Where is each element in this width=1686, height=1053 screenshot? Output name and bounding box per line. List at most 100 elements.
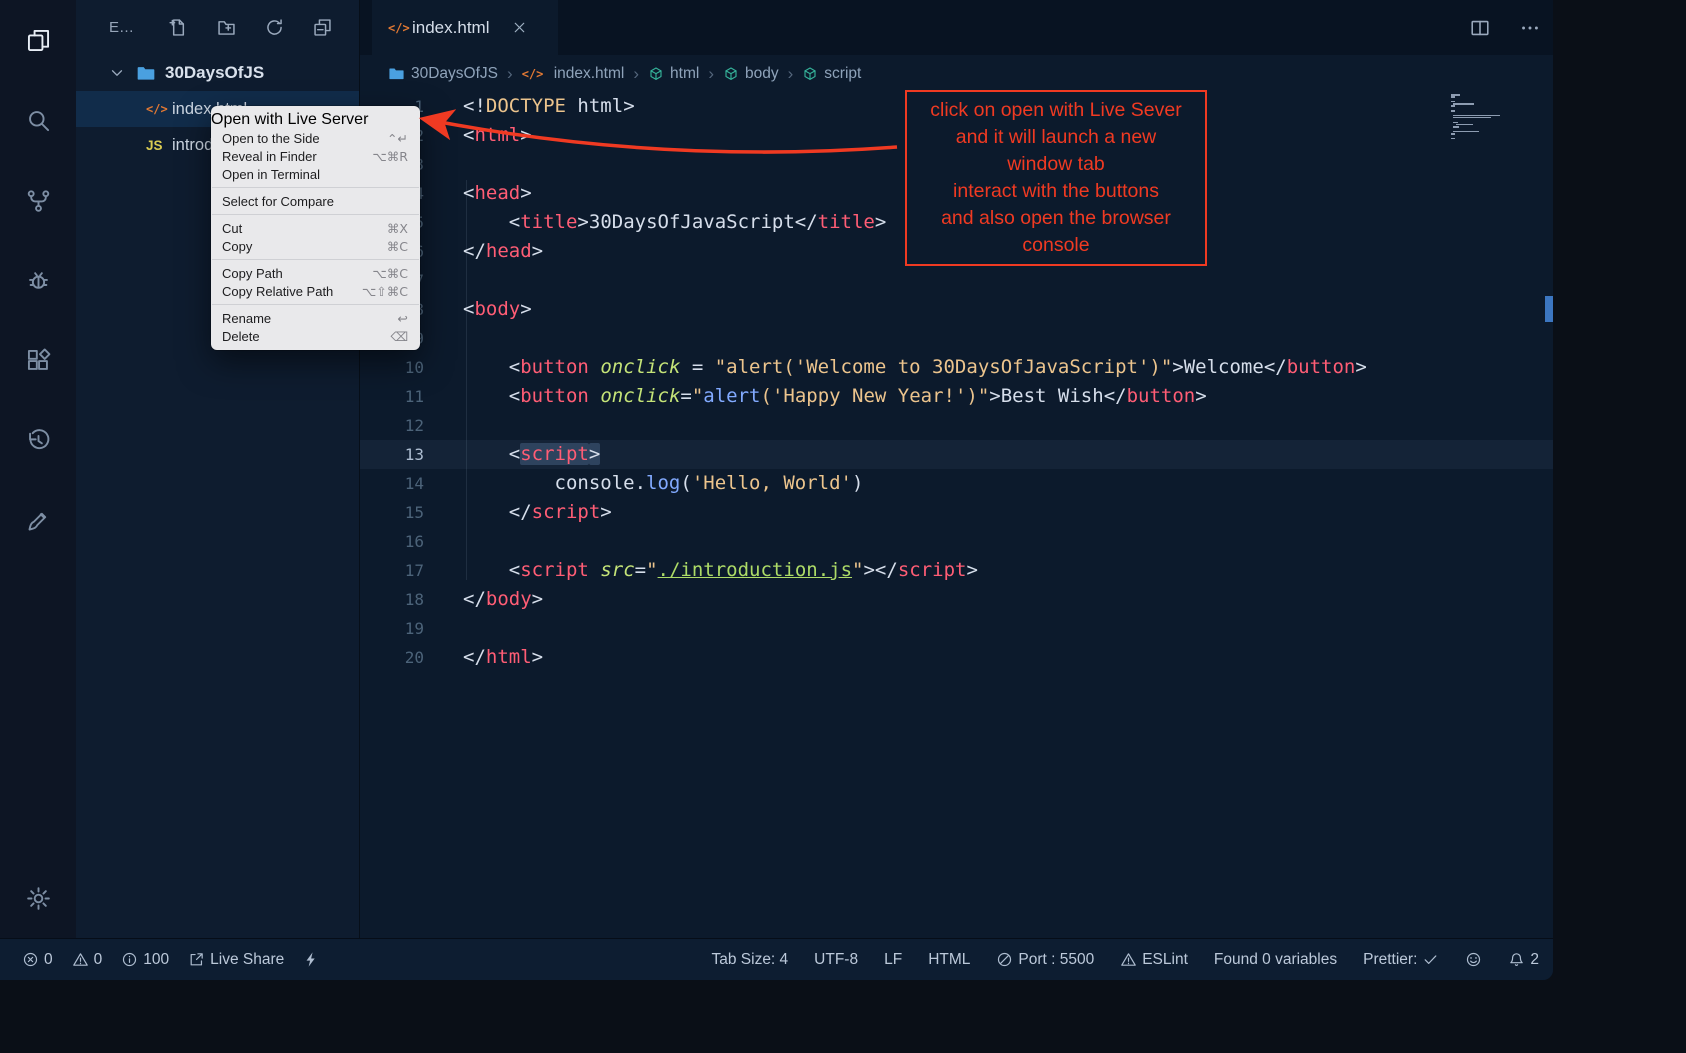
minimap-line [1451,96,1455,98]
status-prettier[interactable]: Prettier: [1363,951,1439,969]
code-line-7[interactable]: 7 [360,266,1553,295]
minimap-line [1453,122,1458,124]
code-line-13[interactable]: 13 <script> [360,440,1553,469]
status-bar: 0 0 100 Live Share Tab Size: 4 UTF-8 LF HTML Po… [0,938,1553,980]
code-line-content: </script> [463,498,612,527]
status-0[interactable]: 0 [22,951,53,969]
status-label: Prettier: [1363,951,1417,969]
new-folder-icon[interactable] [216,17,237,38]
breadcrumb-script[interactable]: script [802,65,861,83]
minimap-line [1451,94,1460,96]
code-line-9[interactable]: 9 [360,324,1553,353]
more-icon[interactable] [1519,17,1541,39]
code-line-content: <button onclick="alert('Happy New Year!'… [463,382,1207,411]
chevron-right-icon: › [633,64,639,84]
status-0[interactable]: 0 [72,951,103,969]
status-found-0-variables[interactable]: Found 0 variables [1214,951,1337,969]
code-line-10[interactable]: 10 <button onclick = "alert('Welcome to … [360,353,1553,382]
code-line-8[interactable]: 8<body> [360,295,1553,324]
gutter-line-number: 10 [360,353,424,382]
menu-item-open-with-live-server[interactable]: Open with Live Server [211,111,420,129]
activity-pen[interactable] [0,480,76,560]
status-label: Live Share [210,951,284,969]
menu-item-copy[interactable]: Copy⌘C [211,237,420,255]
status-port-5500[interactable]: Port : 5500 [996,951,1094,969]
breadcrumb-30daysofjs[interactable]: 30DaysOfJS [388,65,498,83]
menu-item-shortcut: ⌥⌘C [372,266,408,281]
minimap-line [1453,115,1500,117]
new-file-icon[interactable] [168,17,189,38]
cube-icon [723,66,739,82]
breadcrumb-label: 30DaysOfJS [411,65,498,83]
status-tab-size-4[interactable]: Tab Size: 4 [711,951,788,969]
code-line-16[interactable]: 16 [360,527,1553,556]
status-100[interactable]: 100 [121,951,169,969]
status-label: 2 [1530,951,1539,969]
minimap-line [1451,105,1455,107]
menu-item-rename[interactable]: Rename↩ [211,309,420,327]
status-label: 0 [94,951,103,969]
status-live-share[interactable]: Live Share [188,951,284,969]
breadcrumb-index-html[interactable]: </>index.html [522,65,625,83]
status-smiley-indicator[interactable] [1465,951,1482,968]
status-label: Port : 5500 [1018,951,1094,969]
menu-item-select-for-compare[interactable]: Select for Compare [211,192,420,210]
status-label: ESLint [1142,951,1188,969]
gutter-line-number: 18 [360,585,424,614]
explorer-title: E… [109,19,134,36]
cube-icon [802,66,818,82]
status-utf-8[interactable]: UTF-8 [814,951,858,969]
status-label: 100 [143,951,169,969]
minimap[interactable] [1451,94,1537,140]
menu-divider [212,304,419,305]
menu-item-cut[interactable]: Cut⌘X [211,219,420,237]
split-icon[interactable] [1469,17,1491,39]
status-html[interactable]: HTML [928,951,970,969]
history-icon [25,427,52,454]
activity-debug[interactable] [0,240,76,320]
menu-item-label: Copy Path [222,266,283,281]
extensions-icon [25,347,52,374]
menu-item-reveal-in-finder[interactable]: Reveal in Finder⌥⌘R [211,147,420,165]
code-line-12[interactable]: 12 [360,411,1553,440]
activity-source-control[interactable] [0,160,76,240]
activity-extensions[interactable] [0,320,76,400]
close-icon[interactable] [511,19,528,36]
code-line-content: <title>30DaysOfJavaScript</title> [463,208,886,237]
code-line-18[interactable]: 18</body> [360,585,1553,614]
refresh-icon[interactable] [264,17,285,38]
code-line-20[interactable]: 20</html> [360,643,1553,672]
activity-search[interactable] [0,80,76,160]
menu-item-copy-path[interactable]: Copy Path ⌥⌘C [211,264,420,282]
menu-item-copy-relative-path[interactable]: Copy Relative Path⌥⇧⌘C [211,282,420,300]
code-line-15[interactable]: 15 </script> [360,498,1553,527]
gutter-line-number: 15 [360,498,424,527]
status-2[interactable]: 2 [1508,951,1539,969]
menu-item-label: Open with Live Server [211,111,368,128]
annotation-line: click on open with Live Sever [909,97,1203,124]
html-file-icon: </> [522,67,548,81]
status-bolt-indicator[interactable] [303,951,320,968]
minimap-line [1453,103,1473,105]
breadcrumb-html[interactable]: html [648,65,699,83]
activity-history[interactable] [0,400,76,480]
code-line-17[interactable]: 17 <script src="./introduction.js"></scr… [360,556,1553,585]
status-lf[interactable]: LF [884,951,902,969]
minimap-line [1451,133,1455,135]
menu-item-open-in-terminal[interactable]: Open in Terminal [211,165,420,183]
bolt-icon [303,951,320,968]
code-line-14[interactable]: 14 console.log('Hello, World') [360,469,1553,498]
status-eslint[interactable]: ESLint [1120,951,1188,969]
menu-item-delete[interactable]: Delete⌫ [211,327,420,345]
folder-row-30daysofjs[interactable]: 30DaysOfJS [76,55,359,91]
code-line-11[interactable]: 11 <button onclick="alert('Happy New Yea… [360,382,1553,411]
activity-settings[interactable] [0,858,76,938]
breadcrumb-body[interactable]: body [723,65,779,83]
menu-item-open-to-the-side[interactable]: Open to the Side⌃↵ [211,129,420,147]
code-line-content: <html> [463,121,532,150]
tab-index-html[interactable]: </> index.html [372,0,558,55]
activity-explorer[interactable] [0,0,76,80]
code-line-19[interactable]: 19 [360,614,1553,643]
collapse-all-icon[interactable] [312,17,333,38]
explorer-header: E… [76,0,359,55]
